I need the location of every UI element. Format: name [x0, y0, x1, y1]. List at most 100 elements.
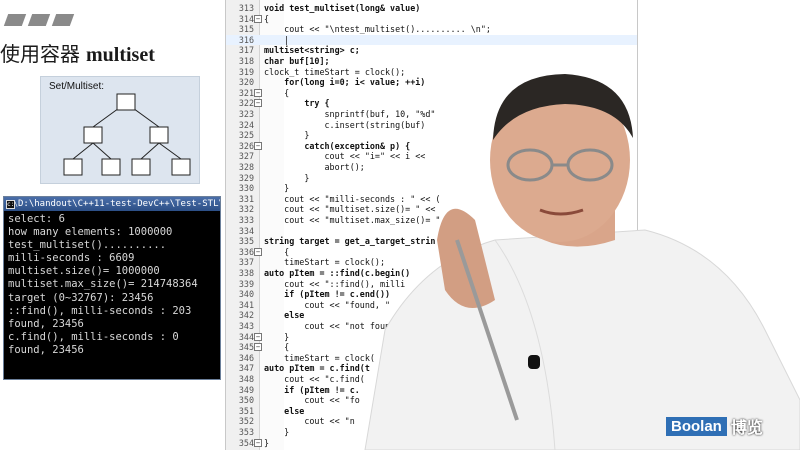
slide-title-en: multiset: [86, 44, 155, 66]
line-number: 315: [238, 24, 254, 35]
line-number: 334: [238, 225, 254, 236]
line-number: 314: [238, 13, 254, 24]
code-text: }: [264, 172, 310, 183]
code-line[interactable]: 317 multiset<string> c;: [226, 45, 637, 56]
logo-brand-text: Boolan: [666, 416, 727, 436]
line-number: 329: [238, 172, 254, 183]
code-text: else: [264, 405, 305, 416]
code-text: char buf[10];: [264, 56, 330, 66]
fold-toggle-icon[interactable]: −: [254, 438, 262, 447]
line-number: 352: [238, 416, 254, 427]
tree-node-leaf-4: [171, 158, 191, 176]
line-number: 343: [238, 321, 254, 331]
line-number: 348: [238, 374, 254, 384]
brand-logo: Boolan 博览: [666, 414, 763, 438]
line-number: 330: [238, 183, 254, 194]
line-number: 337: [238, 257, 254, 268]
line-number: 347: [238, 363, 254, 374]
line-number: 313: [238, 3, 254, 13]
line-number: 346: [238, 352, 254, 363]
code-text: }: [264, 331, 290, 342]
line-number: 325: [238, 130, 254, 141]
decorative-bar-1: [3, 14, 27, 26]
diagram-label: Set/Multiset:: [49, 81, 105, 92]
tree-node-leaf-3: [131, 158, 151, 176]
console-line: test_multiset()..........: [8, 239, 167, 252]
code-text: }: [264, 183, 290, 194]
line-number: 326: [238, 140, 254, 151]
code-text: {: [264, 87, 290, 98]
line-number: 342: [238, 310, 254, 321]
line-number: 328: [238, 162, 254, 172]
fold-toggle-icon[interactable]: −: [254, 14, 262, 23]
code-text: else: [264, 310, 305, 321]
code-text: multiset<string> c;: [264, 45, 360, 56]
slide-title-cn: 使用容器: [0, 42, 80, 66]
line-number: 332: [238, 204, 254, 215]
line-number: 336: [238, 246, 254, 257]
line-number: 317: [238, 45, 254, 56]
line-number: 345: [238, 342, 254, 353]
line-number: 350: [238, 395, 254, 406]
console-line: found, 23456: [8, 317, 84, 330]
code-text: try {: [264, 98, 330, 109]
console-window[interactable]: c:\ D:\handout\C++11-test-DevC++\Test-ST…: [3, 196, 221, 380]
console-line: multiset.max_size()= 214748364: [8, 278, 198, 291]
code-line[interactable]: 313 void test_multiset(long& value): [226, 3, 637, 14]
tree-node-left: [83, 126, 103, 144]
console-titlebar[interactable]: c:\ D:\handout\C++11-test-DevC++\Test-ST…: [4, 197, 220, 211]
tree-node-leaf-2: [101, 158, 121, 176]
code-text: {: [264, 13, 270, 24]
code-text: }: [264, 437, 270, 448]
fold-toggle-icon[interactable]: −: [254, 332, 262, 341]
fold-toggle-icon[interactable]: −: [254, 343, 262, 352]
tree-diagram-svg: [63, 93, 191, 176]
console-line: c.find(), milli-seconds : 0: [8, 330, 179, 343]
line-number: 322: [238, 98, 254, 109]
console-line: milli-seconds : 6609: [8, 252, 135, 265]
fold-toggle-icon[interactable]: −: [254, 88, 262, 97]
line-number: 335: [238, 236, 254, 247]
code-line[interactable]: 315 cout << "\ntest_multiset()..........…: [226, 24, 637, 35]
line-number: 331: [238, 193, 254, 204]
console-line: how many elements: 1000000: [8, 226, 173, 239]
console-icon: c:\: [6, 199, 18, 209]
code-text: |: [264, 34, 290, 45]
code-line[interactable]: 316 |: [226, 34, 637, 46]
tree-node-root: [116, 93, 136, 111]
line-number: 318: [238, 56, 254, 66]
logo-cn-text: 博览: [730, 418, 763, 437]
fold-toggle-icon[interactable]: −: [254, 247, 262, 256]
code-line[interactable]: 314−{: [226, 13, 637, 25]
code-text: {: [264, 342, 290, 353]
line-number: 321: [238, 87, 254, 98]
console-line: found, 23456: [8, 343, 84, 356]
decorative-bar-2: [27, 14, 51, 26]
line-number: 319: [238, 66, 254, 77]
line-number: 323: [238, 109, 254, 119]
line-number: 340: [238, 289, 254, 300]
console-line: target (0~32767): 23456: [8, 291, 154, 304]
code-text: cout << "n: [264, 416, 355, 427]
code-line[interactable]: 318 char buf[10];: [226, 56, 637, 67]
set-multiset-diagram: Set/Multiset:: [40, 76, 200, 184]
decorative-bar-3: [51, 14, 75, 26]
fold-toggle-icon[interactable]: −: [254, 141, 262, 150]
code-text: {: [264, 246, 290, 257]
line-number: 324: [238, 119, 254, 130]
code-text: }: [264, 427, 290, 437]
tree-node-leaf-1: [63, 158, 83, 176]
code-text: }: [264, 130, 310, 141]
line-number: 354: [238, 437, 254, 448]
line-number: 339: [238, 278, 254, 289]
console-line: ::find(), milli-seconds : 203: [8, 304, 192, 317]
fold-toggle-icon[interactable]: −: [254, 99, 262, 108]
line-number: 338: [238, 268, 254, 278]
code-text: cout << "\ntest_multiset().......... \n"…: [264, 24, 491, 35]
line-number: 327: [238, 151, 254, 162]
line-number: 351: [238, 405, 254, 416]
presenter-video: [364, 74, 800, 450]
line-number: 333: [238, 215, 254, 225]
line-number: 320: [238, 77, 254, 88]
console-output: select: 6 how many elements: 1000000 test_…: [4, 211, 220, 359]
